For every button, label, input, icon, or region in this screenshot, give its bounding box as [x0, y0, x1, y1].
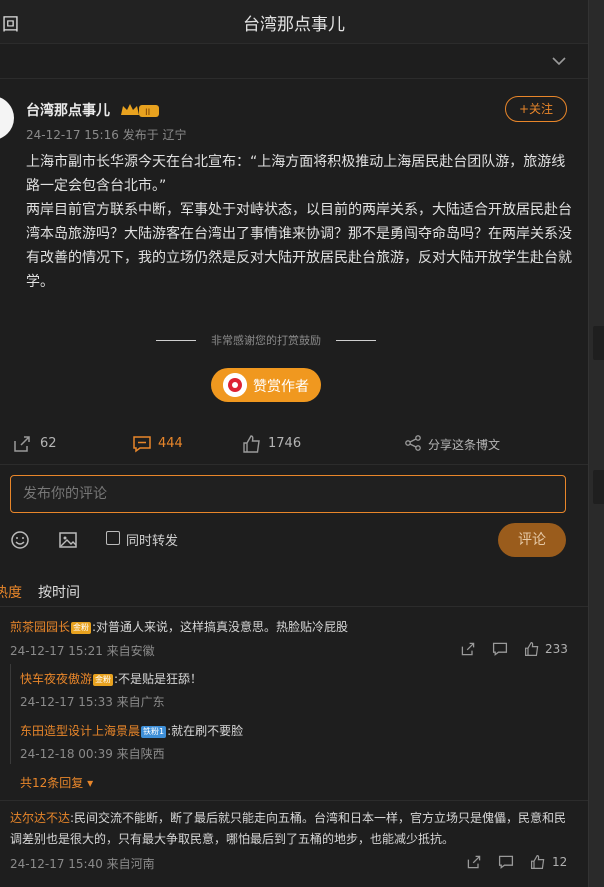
- repost-icon[interactable]: [460, 641, 476, 657]
- reply-thread-bar: [10, 664, 11, 764]
- repost-icon[interactable]: [466, 854, 482, 870]
- reply-item: 快车夜夜傲游 金粉:不是贴是狂舔！: [20, 670, 202, 687]
- post-content: 上海市副市长华源今天在台北宣布：“上海方面将积极推动上海居民赴台团队游，旅游线路…: [26, 150, 574, 294]
- scrollbar-notch: [593, 326, 604, 360]
- post-source: 发布于 辽宁: [122, 128, 187, 142]
- vip-crown-icon: II: [121, 104, 159, 118]
- reply-item: 东田造型设计上海景晨 铁粉1:就在刷不要脸: [20, 722, 243, 739]
- top-bar: 回 台湾那点事儿: [0, 0, 588, 44]
- post-paragraph: 上海市副市长华源今天在台北宣布：“上海方面将积极推动上海居民赴台团队游，旅游线路…: [26, 154, 566, 194]
- comment-count: 444: [158, 436, 183, 451]
- reply-meta: 24-12-17 15:33 来自广东: [20, 695, 165, 709]
- comment-icon: [133, 436, 151, 453]
- comment-item: 煎茶园园长 金粉:对普通人来说，这样搞真没意思。热脸贴冷屁股: [10, 618, 348, 635]
- divider: [0, 800, 588, 801]
- thumbs-up-icon[interactable]: [530, 854, 546, 870]
- tab-hot[interactable]: 热度: [0, 582, 22, 602]
- like-count: 1746: [268, 436, 302, 451]
- more-replies-label: 共12条回复: [20, 776, 84, 790]
- post-time: 24-12-17 15:16: [26, 128, 119, 142]
- reward-thanks: 非常感谢您的打赏鼓励: [156, 332, 376, 350]
- share-icon: [405, 435, 421, 451]
- comment-meta: 24-12-17 15:40 来自河南: [10, 857, 155, 871]
- author-name[interactable]: 台湾那点事儿: [26, 100, 110, 120]
- svg-text:II: II: [145, 108, 150, 118]
- post-paragraph: 两岸目前官方联系中断，军事处于对峙状态，以目前的两岸关系，大陆适合开放居民赴台湾…: [26, 202, 572, 290]
- scrollbar-notch: [593, 470, 604, 504]
- caret-down-icon: ▾: [83, 776, 94, 790]
- reward-label: 赞赏作者: [253, 379, 309, 395]
- tab-time[interactable]: 按时间: [38, 582, 80, 602]
- chevron-down-icon[interactable]: [550, 54, 568, 68]
- repost-count: 62: [40, 436, 57, 451]
- divider: [0, 78, 588, 79]
- page-title: 台湾那点事儿: [243, 15, 345, 35]
- divider: [336, 340, 376, 341]
- reply-text: :不是贴是狂舔！: [114, 672, 203, 686]
- reward-logo-icon: [223, 373, 247, 397]
- reward-author-button[interactable]: 赞赏作者: [211, 368, 321, 402]
- scrollbar-track[interactable]: [588, 0, 604, 887]
- post-actions: 62 444 1746 分享这条博文: [0, 430, 588, 460]
- reply-username[interactable]: 东田造型设计上海景晨: [20, 724, 140, 738]
- comment-like-count: 12: [552, 855, 568, 869]
- post-page: 回 台湾那点事儿 事 V 台湾那点事儿 II 24-12-17 15:16 发布…: [0, 0, 588, 887]
- reply-meta: 24-12-18 00:39 来自陕西: [20, 747, 165, 761]
- divider: [0, 606, 588, 607]
- thumbs-up-icon[interactable]: [524, 641, 540, 657]
- comment-icon[interactable]: [492, 641, 508, 657]
- submit-comment-button[interactable]: 评论: [498, 523, 566, 557]
- share-label: 分享这条博文: [428, 438, 501, 452]
- comment-username[interactable]: 煎茶园园长: [10, 620, 70, 634]
- repost-checkbox-label[interactable]: 同时转发: [126, 530, 178, 549]
- fan-badge: 金粉: [93, 673, 114, 686]
- comment-text: :对普通人来说，这样搞真没意思。热脸贴冷屁股: [92, 620, 349, 634]
- emoji-icon[interactable]: [10, 530, 30, 550]
- comment-input[interactable]: [11, 476, 565, 512]
- more-replies-link[interactable]: 共12条回复 ▾: [20, 774, 93, 791]
- divider: [0, 464, 588, 465]
- avatar[interactable]: 事 V: [0, 96, 18, 152]
- comment-text: :民间交流不能断，断了最后就只能走向五桶。台湾和日本一样，官方立场只是傀儡，民意…: [10, 811, 567, 846]
- follow-button[interactable]: +关注: [505, 96, 567, 122]
- comment-meta: 24-12-17 15:21 来自安徽: [10, 644, 155, 658]
- comment-like-count: 233: [545, 642, 568, 656]
- comment-item: 达尔达不达:民间交流不能断，断了最后就只能走向五桶。台湾和日本一样，官方立场只是…: [10, 808, 576, 850]
- thumbs-up-icon: [243, 435, 260, 453]
- comment-input-box[interactable]: [10, 475, 566, 513]
- image-icon[interactable]: [58, 530, 78, 550]
- comment-icon[interactable]: [498, 854, 514, 870]
- repost-checkbox[interactable]: [106, 531, 120, 545]
- fan-badge: 金粉: [71, 621, 92, 634]
- comment-username[interactable]: 达尔达不达: [10, 811, 70, 825]
- fan-badge: 铁粉1: [141, 725, 167, 738]
- reply-username[interactable]: 快车夜夜傲游: [20, 672, 92, 686]
- repost-icon: [14, 436, 30, 452]
- post-meta: 24-12-17 15:16 发布于 辽宁: [26, 126, 187, 143]
- comment-sort-tabs: 热度 按时间: [0, 580, 588, 604]
- reply-text: :就在刷不要脸: [167, 724, 244, 738]
